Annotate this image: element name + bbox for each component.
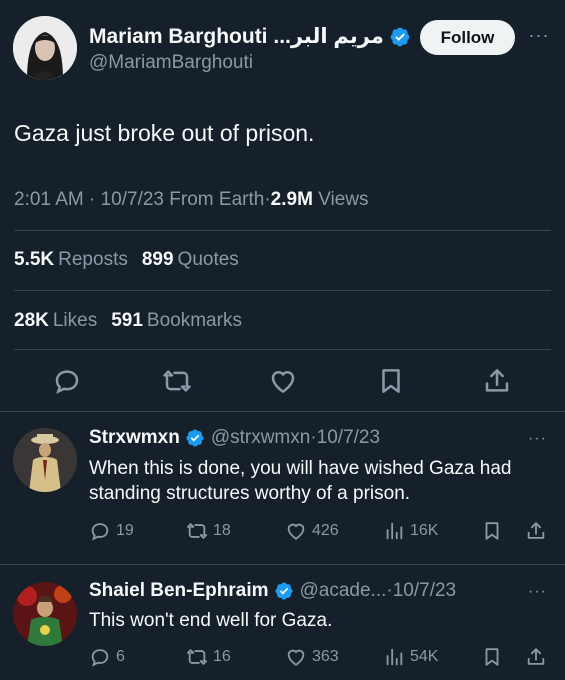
divider xyxy=(14,349,551,350)
tweet-source: From Earth xyxy=(169,189,265,210)
avatar[interactable] xyxy=(13,16,77,80)
tweet-date[interactable]: 10/7/23 xyxy=(101,189,164,210)
reply-action-bar: 6 16 363 54K xyxy=(89,646,559,672)
reply-count: 19 xyxy=(116,522,134,539)
reply-button[interactable]: 6 xyxy=(89,646,125,668)
reply-date[interactable]: 10/7/23 xyxy=(317,427,380,449)
repost-icon xyxy=(186,649,208,665)
like-count: 426 xyxy=(312,522,339,539)
views-button[interactable]: 54K xyxy=(383,646,438,668)
bookmark-icon[interactable] xyxy=(376,366,406,396)
share-icon xyxy=(527,648,545,665)
avatar[interactable] xyxy=(13,428,77,492)
reply-author-name[interactable]: Shaiel Ben-Ephraim xyxy=(89,580,269,602)
repost-stats: 5.5K Reposts 899 Quotes xyxy=(14,249,243,271)
like-button[interactable]: 426 xyxy=(285,520,339,542)
repost-icon[interactable] xyxy=(162,366,192,396)
author-name[interactable]: Mariam Barghouti ...مريم البر xyxy=(89,24,411,49)
reply-icon xyxy=(91,649,109,667)
bookmark-button[interactable] xyxy=(481,520,508,542)
like-icon xyxy=(287,649,305,666)
like-icon[interactable] xyxy=(268,366,298,396)
views-icon xyxy=(386,522,403,540)
reply-header: Shaiel Ben-Ephraim @acade... · 10/7/23 xyxy=(89,580,457,602)
repost-count: 16 xyxy=(213,648,231,665)
bookmark-icon xyxy=(485,522,499,540)
avatar[interactable] xyxy=(13,582,77,646)
share-button[interactable] xyxy=(525,646,552,668)
verified-badge-icon xyxy=(186,429,204,447)
more-options-icon[interactable]: ··· xyxy=(526,24,552,50)
repost-count: 18 xyxy=(213,522,231,539)
tweet-time[interactable]: 2:01 AM xyxy=(14,189,84,210)
author-handle[interactable]: @MariamBarghouti xyxy=(89,52,253,74)
bookmark-icon xyxy=(485,648,499,666)
reply-icon xyxy=(91,523,109,541)
share-icon[interactable] xyxy=(482,366,512,396)
views-count: 54K xyxy=(410,648,439,665)
reply-action-bar: 19 18 426 16K xyxy=(89,520,559,546)
divider xyxy=(0,564,565,565)
share-icon xyxy=(527,522,545,539)
bookmark-button[interactable] xyxy=(481,646,508,668)
reply-icon[interactable] xyxy=(52,366,82,396)
author-display-name[interactable]: Mariam Barghouti ...مريم البر xyxy=(89,24,384,49)
reply-text: When this is done, you will have wished … xyxy=(89,458,512,504)
verified-badge-icon xyxy=(390,27,410,46)
more-options-icon[interactable]: ··· xyxy=(528,583,547,601)
reply-count: 6 xyxy=(116,648,125,665)
likes-label[interactable]: Likes xyxy=(53,310,97,331)
views-button[interactable]: 16K xyxy=(383,520,438,542)
reply-header: Strxwmxn @strxwmxn · 10/7/23 xyxy=(89,427,381,449)
reply-button[interactable]: 19 xyxy=(89,520,134,542)
reposts-count[interactable]: 5.5K xyxy=(14,249,54,270)
like-stats: 28K Likes 591 Bookmarks xyxy=(14,310,246,332)
share-button[interactable] xyxy=(525,520,552,542)
repost-button[interactable]: 18 xyxy=(186,520,231,542)
likes-count[interactable]: 28K xyxy=(14,310,49,331)
reply-text: This won't end well for Gaza. xyxy=(89,610,333,631)
reposts-label[interactable]: Reposts xyxy=(58,249,128,270)
like-count: 363 xyxy=(312,648,339,665)
views-count: 16K xyxy=(410,522,439,539)
quotes-count[interactable]: 899 xyxy=(142,249,174,270)
views-count: 2.9M xyxy=(270,189,313,210)
divider xyxy=(14,230,551,231)
follow-button[interactable]: Follow xyxy=(420,20,515,55)
divider xyxy=(14,290,551,291)
like-icon xyxy=(287,523,305,540)
reply-author-name[interactable]: Strxwmxn xyxy=(89,427,180,449)
bookmarks-label[interactable]: Bookmarks xyxy=(147,310,242,331)
repost-icon xyxy=(186,523,208,539)
reply-author-handle[interactable]: @strxwmxn xyxy=(211,427,311,449)
more-options-icon[interactable]: ··· xyxy=(528,430,547,448)
divider xyxy=(0,411,565,412)
repost-button[interactable]: 16 xyxy=(186,646,231,668)
bookmarks-count[interactable]: 591 xyxy=(111,310,143,331)
views-icon xyxy=(386,648,403,666)
quotes-label[interactable]: Quotes xyxy=(178,249,239,270)
tweet-action-bar xyxy=(0,360,565,402)
verified-badge-icon xyxy=(274,582,293,600)
reply-date[interactable]: 10/7/23 xyxy=(393,580,456,602)
reply-author-handle[interactable]: @acade... xyxy=(300,580,387,602)
views-label: Views xyxy=(318,189,369,210)
tweet-meta: 2:01 AM · 10/7/23 From Earth·2.9M Views xyxy=(14,189,369,210)
tweet-text: Gaza just broke out of prison. xyxy=(14,120,315,146)
like-button[interactable]: 363 xyxy=(285,646,339,668)
